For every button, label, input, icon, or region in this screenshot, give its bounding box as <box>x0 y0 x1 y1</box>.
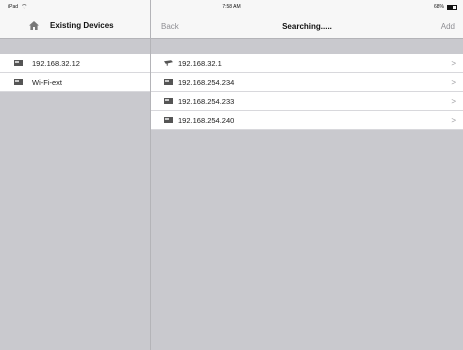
add-button[interactable]: Add <box>441 22 455 31</box>
existing-devices-title: Existing Devices <box>50 21 114 30</box>
existing-device-row[interactable]: Wi-Fi-ext <box>0 73 150 92</box>
chevron-right-icon: > <box>451 115 456 125</box>
router-icon <box>164 79 173 85</box>
router-icon <box>14 79 23 85</box>
right-navbar: Back Searching..... Add <box>151 12 463 39</box>
result-label: 192.168.32.1 <box>178 58 222 68</box>
router-icon <box>14 60 23 66</box>
left-navbar: Existing Devices <box>0 12 150 39</box>
search-result-row[interactable]: 192.168.254.234 > <box>151 73 463 92</box>
result-label: 192.168.254.240 <box>178 115 235 125</box>
search-result-row[interactable]: 192.168.32.1 > <box>151 54 463 73</box>
searching-title: Searching..... <box>282 22 332 31</box>
existing-device-row[interactable]: 192.168.32.12 <box>0 54 150 73</box>
result-label: 192.168.254.234 <box>178 77 235 87</box>
router-icon <box>164 98 173 104</box>
device-label: 192.168.32.12 <box>32 58 80 68</box>
router-icon <box>164 117 173 123</box>
device-label: Wi-Fi-ext <box>32 77 62 87</box>
status-time: 7:58 AM <box>222 4 241 10</box>
chevron-right-icon: > <box>451 77 456 87</box>
chevron-right-icon: > <box>451 58 456 68</box>
chevron-right-icon: > <box>451 96 456 106</box>
result-label: 192.168.254.233 <box>178 96 235 106</box>
battery-percent: 68% <box>433 4 444 10</box>
search-result-row[interactable]: 192.168.254.240 > <box>151 111 463 130</box>
status-bar: iPad ⌔ 7:58 AM 68% <box>0 0 463 12</box>
search-result-row[interactable]: 192.168.254.233 > <box>151 92 463 111</box>
battery-icon <box>447 4 457 10</box>
status-right: 68% <box>434 4 457 10</box>
home-icon[interactable] <box>29 21 39 30</box>
split-divider <box>150 0 151 350</box>
search-results-list: 192.168.32.1 > 192.168.254.234 > 192.168… <box>151 54 463 130</box>
existing-devices-list: 192.168.32.12 Wi-Fi-ext <box>0 54 150 92</box>
camera-icon <box>164 60 173 66</box>
